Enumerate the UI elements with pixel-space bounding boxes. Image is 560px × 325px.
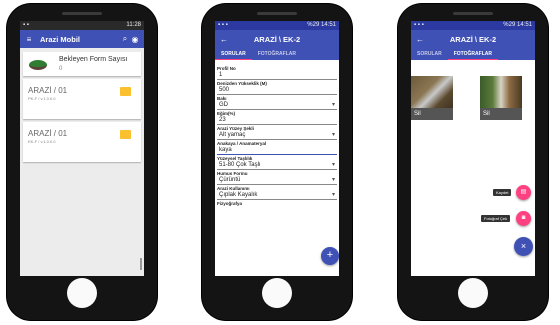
status-time: 14:51 [320, 22, 336, 28]
soil-icon [29, 60, 47, 70]
form-list-item[interactable]: ARAZİ / 01 EK-F / v.1.0.0.0 [23, 122, 141, 162]
elevation-input[interactable]: 500 [217, 86, 337, 95]
back-arrow-icon[interactable]: ← [415, 35, 425, 44]
phone-frame-1: ▪ ▪ 11:28 ≡ Arazi Mobil ⌕ ◉ Bekleyen For… [7, 4, 157, 320]
screen-3: ▪ ▪ ▪ %29 14:51 ← ARAZİ \ EK-2 SORULAR F… [411, 21, 535, 276]
save-fab-button[interactable]: ▤ [516, 185, 531, 200]
humus-form-select[interactable]: Çürüntü [217, 176, 337, 185]
bedrock-input[interactable]: kaya [217, 146, 337, 155]
question-form: Profil No 1 Denizden Yükseklik (M) 500 B… [215, 60, 339, 206]
phone-frame-3: ▪ ▪ ▪ %29 14:51 ← ARAZİ \ EK-2 SORULAR F… [398, 4, 548, 320]
status-time: 14:51 [516, 22, 532, 28]
home-button[interactable] [458, 278, 488, 308]
delete-photo-button[interactable]: Sil [480, 108, 522, 120]
add-fab-button[interactable]: + [321, 247, 339, 265]
pending-forms-label: Bekleyen Form Sayısı [59, 56, 128, 63]
surface-shape-select[interactable]: Alt yamaç [217, 131, 337, 140]
scrollbar[interactable] [140, 258, 142, 270]
phone-frame-2: ▪ ▪ ▪ %29 14:51 ← ARAZİ \ EK-2 SORULAR F… [202, 4, 352, 320]
save-icon: ▤ [520, 189, 527, 195]
folder-icon[interactable] [120, 130, 131, 139]
land-use-select[interactable]: Çıplak Kayalık [217, 191, 337, 200]
status-battery: %29 [503, 22, 516, 28]
photo-image [411, 76, 453, 108]
folder-icon[interactable] [120, 87, 131, 96]
menu-icon[interactable]: ≡ [24, 35, 34, 44]
status-bar: ▪ ▪ ▪ %29 14:51 [411, 21, 535, 30]
home-button[interactable] [67, 278, 97, 308]
form-version: EK-F / v.1.0.0.0 [28, 139, 56, 144]
speaker [62, 12, 102, 15]
speaker [257, 12, 297, 15]
status-icons-left: ▪ ▪ [23, 22, 29, 28]
delete-photo-button[interactable]: Sil [411, 108, 453, 120]
tab-fotograflar[interactable]: FOTOĞRAFLAR [447, 48, 498, 60]
photo-thumbnail[interactable]: Sil [480, 76, 522, 120]
form-title: ARAZİ / 01 [28, 129, 68, 138]
field-label: Fizyoğrafya [217, 201, 243, 206]
screen-1: ▪ ▪ 11:28 ≡ Arazi Mobil ⌕ ◉ Bekleyen For… [20, 21, 144, 276]
tab-sorular[interactable]: SORULAR [215, 48, 252, 60]
tab-sorular[interactable]: SORULAR [411, 48, 448, 60]
app-bar: ← ARAZİ \ EK-2 [215, 30, 339, 48]
status-time: 11:28 [126, 22, 141, 28]
profil-no-input[interactable]: 1 [217, 71, 337, 80]
pending-forms-count: 0 [59, 66, 63, 72]
form-title: ARAZİ / 01 [28, 86, 68, 95]
search-icon[interactable]: ⌕ [120, 34, 130, 44]
app-title: Arazi Mobil [40, 34, 81, 44]
status-icons-left: ▪ ▪ ▪ [218, 22, 228, 28]
slope-input[interactable]: 23 [217, 116, 337, 125]
camera-icon: ◙ [521, 215, 526, 221]
speaker [453, 12, 493, 15]
take-photo-label: Fotoğraf Çek [481, 215, 511, 222]
save-label: Kaydet [493, 189, 512, 196]
status-bar: ▪ ▪ 11:28 [20, 21, 144, 30]
photo-image [480, 76, 522, 108]
close-fab-button[interactable]: × [514, 237, 533, 256]
home-button[interactable] [262, 278, 292, 308]
tab-fotograflar[interactable]: FOTOĞRAFLAR [252, 48, 302, 60]
screen-2: ▪ ▪ ▪ %29 14:51 ← ARAZİ \ EK-2 SORULAR F… [215, 21, 339, 276]
pending-forms-card[interactable]: Bekleyen Form Sayısı 0 [23, 52, 141, 76]
form-title: ARAZİ \ EK-2 [449, 34, 497, 44]
status-icons-left: ▪ ▪ ▪ [414, 22, 424, 28]
app-bar: ≡ Arazi Mobil ⌕ ◉ [20, 30, 144, 48]
app-bar: ← ARAZİ \ EK-2 [411, 30, 535, 48]
status-battery: %29 [307, 22, 320, 28]
tab-bar: SORULAR FOTOĞRAFLAR [411, 48, 535, 60]
form-title: ARAZİ \ EK-2 [253, 34, 301, 44]
camera-fab-button[interactable]: ◙ [516, 211, 531, 226]
form-version: PK-F / v.1.0.0.0 [28, 96, 56, 101]
settings-icon[interactable]: ◉ [130, 35, 140, 44]
back-arrow-icon[interactable]: ← [219, 35, 229, 44]
status-bar: ▪ ▪ ▪ %29 14:51 [215, 21, 339, 30]
stoniness-select[interactable]: 51-80 Çok Taşlı [217, 161, 337, 170]
form-list-item[interactable]: ARAZİ / 01 PK-F / v.1.0.0.0 [23, 79, 141, 119]
photo-thumbnail[interactable]: Sil [411, 76, 453, 120]
aspect-select[interactable]: GD [217, 101, 337, 110]
tab-bar: SORULAR FOTOĞRAFLAR [215, 48, 339, 60]
